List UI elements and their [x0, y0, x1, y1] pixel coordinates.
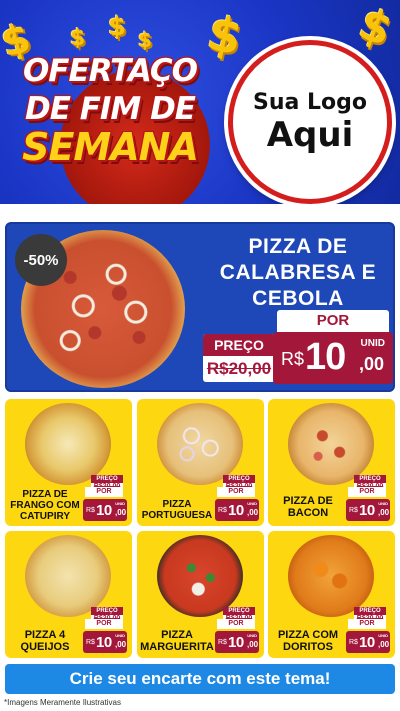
logo-placeholder[interactable]: Sua Logo Aqui [228, 40, 392, 204]
preco-label: PREÇO [354, 607, 386, 615]
por-label: POR [217, 619, 255, 629]
por-label: POR [85, 619, 123, 629]
price-currency: R$ [86, 507, 95, 514]
headline: OFERTAÇO DE FIM DE SEMANA [10, 52, 210, 166]
price-unit: UNID [378, 501, 388, 506]
price-decimal: ,00 [115, 508, 127, 517]
price-currency: R$ [218, 507, 227, 514]
price-integer: 10 [96, 502, 112, 519]
headline-line-2: DE FIM DE [25, 91, 196, 127]
pizza-image [157, 403, 243, 485]
headline-line-3: SEMANA [22, 125, 199, 169]
old-price: R$20,00 [206, 359, 272, 378]
headline-line-1: OFERTAÇO [22, 53, 198, 89]
price-unit: UNID [360, 338, 385, 349]
preco-label: PREÇO [354, 475, 386, 483]
price-integer: 10 [305, 336, 346, 378]
price-tag: R$ 10 ,00 UNID [83, 631, 127, 653]
price-currency: R$ [349, 639, 358, 646]
product-card[interactable]: PIZZA DE FRANGO COM CATUPIRY PREÇO R$20,… [5, 399, 132, 526]
product-card[interactable]: PIZZA MARGUERITA PREÇO R$20,00 POR R$ 10… [137, 531, 264, 658]
dollar-sign-icon: $ [108, 12, 127, 42]
price-tag: R$ 10 ,00 UNID [215, 499, 259, 521]
pizza-image [288, 535, 374, 617]
price-unit: UNID [378, 633, 388, 638]
disclaimer-text: *Imagens Meramente Ilustrativas [4, 698, 121, 707]
dollar-sign-icon: $ [138, 28, 152, 52]
price-decimal: ,00 [359, 354, 385, 374]
product-name: PIZZA DE BACON [283, 495, 333, 519]
preco-label: PREÇO [203, 334, 275, 356]
product-name: PIZZA PORTUGUESA [141, 499, 213, 521]
price-currency: R$ [281, 349, 305, 369]
price-unit: UNID [247, 501, 257, 506]
preco-label: PREÇO [91, 475, 123, 483]
price-integer: 10 [359, 634, 375, 651]
header-divider [0, 204, 400, 218]
por-label: POR [217, 487, 255, 497]
price-tag: R$ 10 ,00 UNID [346, 499, 390, 521]
price-decimal: ,00 [115, 640, 127, 649]
product-card[interactable]: PIZZA COM DORITOS PREÇO R$20,00 POR R$ 1… [268, 531, 395, 658]
product-name: PIZZA MARGUERITA [140, 629, 214, 653]
price-tag: R$ 10 ,00 UNID [273, 332, 393, 384]
price-tag: R$ 10 ,00 UNID [83, 499, 127, 521]
price-decimal: ,00 [247, 640, 259, 649]
pizza-image [25, 403, 111, 485]
por-label: POR [85, 487, 123, 497]
pizza-image [25, 535, 111, 617]
dollar-sign-icon: $ [70, 26, 86, 51]
product-card[interactable]: PIZZA PORTUGUESA PREÇO R$20,00 POR R$ 10… [137, 399, 264, 526]
logo-text-1: Sua Logo [252, 89, 367, 115]
product-name: PIZZA COM DORITOS [277, 629, 339, 653]
price-integer: 10 [228, 502, 244, 519]
featured-product-card[interactable]: -50% PIZZA DE CALABRESA E CEBOLA POR PRE… [5, 222, 395, 392]
price-integer: 10 [359, 502, 375, 519]
price-tag: R$ 10 ,00 UNID [215, 631, 259, 653]
header-banner: $ $ $ $ $ $ OFERTAÇO DE FIM DE SEMANA Su… [0, 0, 400, 218]
price-currency: R$ [86, 639, 95, 646]
product-name: PIZZA DE FRANGO COM CATUPIRY [10, 489, 80, 522]
price-decimal: ,00 [378, 508, 390, 517]
product-card[interactable]: PIZZA DE BACON PREÇO R$20,00 POR R$ 10 ,… [268, 399, 395, 526]
price-unit: UNID [247, 633, 257, 638]
product-name: PIZZA 4 QUEIJOS [20, 629, 70, 653]
preco-label: PREÇO [223, 475, 255, 483]
discount-badge: -50% [15, 234, 67, 286]
featured-product-name: PIZZA DE CALABRESA E CEBOLA [219, 235, 377, 310]
preco-label: PREÇO [223, 607, 255, 615]
logo-text-2: Aqui [266, 114, 354, 155]
price-decimal: ,00 [247, 508, 259, 517]
price-decimal: ,00 [378, 640, 390, 649]
pizza-image [157, 535, 243, 617]
price-unit: UNID [115, 633, 125, 638]
dollar-sign-icon: $ [352, 0, 399, 57]
price-integer: 10 [96, 634, 112, 651]
price-tag: R$ 10 ,00 UNID [346, 631, 390, 653]
por-label: POR [348, 619, 386, 629]
create-flyer-button[interactable]: Crie seu encarte com este tema! [5, 664, 395, 694]
por-label: POR [277, 310, 389, 332]
por-label: POR [348, 487, 386, 497]
product-card[interactable]: PIZZA 4 QUEIJOS PREÇO R$20,00 POR R$ 10 … [5, 531, 132, 658]
price-currency: R$ [218, 639, 227, 646]
price-integer: 10 [228, 634, 244, 651]
price-currency: R$ [349, 507, 358, 514]
preco-label: PREÇO [91, 607, 123, 615]
pizza-image [288, 403, 374, 485]
price-unit: UNID [115, 501, 125, 506]
old-price-box: PREÇO R$20,00 [203, 334, 275, 382]
